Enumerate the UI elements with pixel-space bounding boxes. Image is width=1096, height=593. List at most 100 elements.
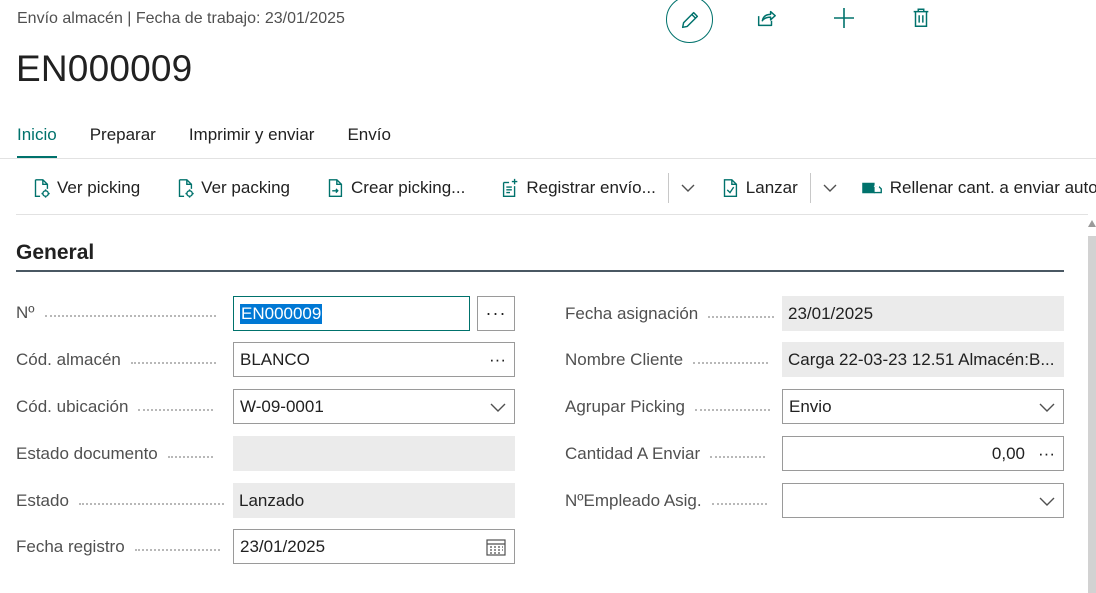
- estado-field: Lanzado: [233, 483, 515, 518]
- empleado-asig-select[interactable]: [782, 483, 1064, 518]
- nombre-cliente-field: Carga 22-03-23 12.51 Almacén:B...: [782, 342, 1064, 377]
- label-fecha-asignacion-text: Fecha asignación: [565, 304, 699, 323]
- edit-button[interactable]: [666, 0, 713, 43]
- trash-icon: [913, 8, 929, 27]
- label-cantidad-a-enviar-text: Cantidad A Enviar: [565, 444, 701, 463]
- no-input[interactable]: EN000009: [233, 296, 470, 331]
- label-fecha-registro-text: Fecha registro: [16, 537, 125, 556]
- ver-picking-button[interactable]: Ver picking: [30, 177, 140, 199]
- truck-bolt-icon: [862, 180, 882, 194]
- document-check-icon: [723, 179, 737, 197]
- action-bar-divider: [16, 214, 1088, 215]
- label-estado-text: Estado: [16, 491, 69, 510]
- tab-imprimir-y-enviar[interactable]: Imprimir y enviar: [189, 125, 315, 151]
- field-label-estado: Estado: [16, 491, 224, 511]
- field-label-empleado-asig: NºEmpleado Asig.: [565, 491, 767, 511]
- no-assist-button[interactable]: ···: [477, 296, 515, 331]
- ellipsis-icon: ···: [485, 303, 507, 323]
- lanzar-button[interactable]: Lanzar: [719, 177, 798, 199]
- plus-icon: [834, 8, 854, 28]
- rellenar-cant-button[interactable]: Rellenar cant. a enviar auto: [861, 177, 1096, 199]
- ver-picking-label: Ver picking: [57, 178, 141, 197]
- ellipsis-icon[interactable]: ···: [489, 343, 506, 376]
- cod-almacen-input[interactable]: BLANCO ···: [233, 342, 515, 377]
- label-agrupar-picking-text: Agrupar Picking: [565, 397, 686, 416]
- cod-ubicacion-value: W-09-0001: [240, 396, 324, 416]
- page-title: EN000009: [16, 48, 193, 89]
- label-dots: [44, 315, 216, 317]
- action-bar: Ver picking Ver packing Crear picking...…: [30, 170, 1096, 206]
- nombre-cliente-value: Carga 22-03-23 12.51 Almacén:B...: [788, 349, 1055, 369]
- ver-packing-label: Ver packing: [201, 178, 291, 197]
- document-gear-icon: [178, 179, 194, 198]
- chevron-down-icon[interactable]: [1039, 390, 1055, 423]
- label-dots: [693, 362, 769, 364]
- label-empleado-asig-text: NºEmpleado Asig.: [565, 491, 702, 510]
- tab-divider: [0, 158, 1096, 159]
- label-dots: [138, 409, 214, 411]
- document-post-icon: [503, 178, 518, 197]
- registrar-envio-label: Registrar envío...: [526, 178, 656, 197]
- document-gear-icon: [34, 179, 50, 198]
- field-label-fecha-asignacion: Fecha asignación: [565, 304, 775, 324]
- calendar-icon[interactable]: [486, 530, 506, 563]
- registrar-envio-button[interactable]: Registrar envío...: [499, 177, 656, 199]
- ver-packing-button[interactable]: Ver packing: [174, 177, 290, 199]
- scroll-up-arrow-icon[interactable]: [1088, 220, 1096, 227]
- ellipsis-icon[interactable]: ···: [1038, 437, 1055, 470]
- label-nombre-cliente-text: Nombre Cliente: [565, 350, 684, 369]
- field-label-cantidad-a-enviar: Cantidad A Enviar: [565, 444, 766, 464]
- tab-envio[interactable]: Envío: [347, 125, 390, 151]
- chevron-down-icon[interactable]: [490, 390, 506, 423]
- pencil-icon: [681, 11, 698, 28]
- fecha-registro-input[interactable]: 23/01/2025: [233, 529, 515, 564]
- share-button[interactable]: [754, 6, 778, 30]
- lanzar-label: Lanzar: [745, 178, 798, 197]
- crear-picking-button[interactable]: Crear picking...: [324, 177, 465, 199]
- label-dots: [695, 409, 771, 411]
- field-label-cod-almacen: Cód. almacén: [16, 350, 216, 370]
- registrar-envio-dropdown[interactable]: [667, 173, 707, 203]
- estado-documento-field: [233, 436, 515, 471]
- breadcrumb: Envío almacén | Fecha de trabajo: 23/01/…: [17, 10, 345, 27]
- chevron-down-icon: [681, 184, 695, 192]
- no-input-value: EN000009: [240, 303, 323, 324]
- section-title-general[interactable]: General: [16, 241, 94, 265]
- label-cod-ubicacion-text: Cód. ubicación: [16, 397, 129, 416]
- fecha-asignacion-value: 23/01/2025: [788, 303, 874, 323]
- cod-almacen-value: BLANCO: [240, 349, 310, 369]
- label-dots: [134, 549, 220, 551]
- field-label-fecha-registro: Fecha registro: [16, 537, 220, 557]
- tab-inicio[interactable]: Inicio: [17, 125, 57, 158]
- cod-ubicacion-select[interactable]: W-09-0001: [233, 389, 515, 424]
- cantidad-a-enviar-input[interactable]: 0,00 ···: [782, 436, 1064, 471]
- lanzar-dropdown[interactable]: [809, 173, 849, 203]
- delete-button[interactable]: [909, 6, 933, 30]
- label-estado-documento-text: Estado documento: [16, 444, 158, 463]
- field-label-agrupar-picking: Agrupar Picking: [565, 397, 771, 417]
- vertical-scrollbar[interactable]: [1088, 220, 1096, 593]
- cantidad-a-enviar-value: 0,00: [991, 443, 1025, 463]
- label-cod-almacen-text: Cód. almacén: [16, 350, 121, 369]
- fecha-asignacion-field: 23/01/2025: [782, 296, 1064, 331]
- agrupar-picking-value: Envio: [789, 396, 832, 416]
- rellenar-cant-label: Rellenar cant. a enviar auto: [889, 178, 1096, 197]
- field-label-cod-ubicacion: Cód. ubicación: [16, 397, 214, 417]
- document-arrow-icon: [328, 179, 343, 197]
- crear-picking-label: Crear picking...: [351, 178, 466, 197]
- field-label-nombre-cliente: Nombre Cliente: [565, 350, 769, 370]
- fecha-registro-value: 23/01/2025: [240, 536, 326, 556]
- agrupar-picking-select[interactable]: Envio: [782, 389, 1064, 424]
- scrollbar-thumb[interactable]: [1088, 236, 1096, 593]
- field-label-estado-documento: Estado documento: [16, 444, 213, 464]
- label-dots: [167, 456, 213, 458]
- label-dots: [78, 503, 224, 505]
- field-label-no: Nº: [16, 303, 216, 323]
- chevron-down-icon[interactable]: [1039, 484, 1055, 517]
- tab-preparar[interactable]: Preparar: [90, 125, 156, 151]
- label-dots: [708, 316, 775, 318]
- label-dots: [130, 362, 216, 364]
- new-button[interactable]: [832, 6, 856, 30]
- section-divider: [16, 270, 1064, 272]
- estado-value: Lanzado: [239, 490, 305, 510]
